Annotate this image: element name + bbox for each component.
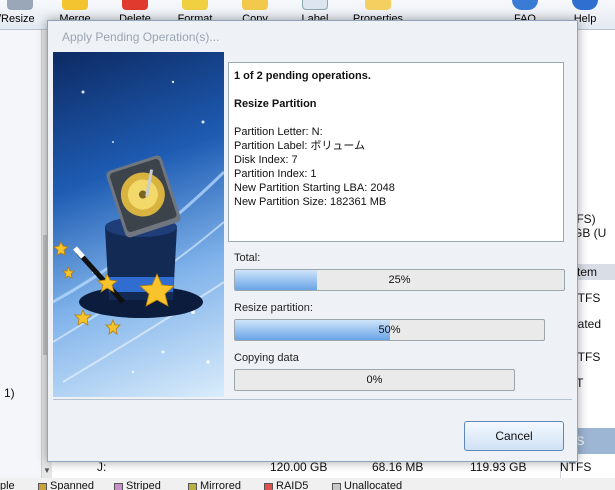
copy-icon (242, 0, 268, 10)
toolbar-resize-button[interactable]: /Resize (0, 0, 40, 30)
legend-item-raid5: RAID5 (264, 480, 308, 490)
legend: ple Spanned Striped Mirrored RAID5 Unall… (0, 478, 615, 490)
detail-starting-lba: New Partition Starting LBA: 2048 (234, 182, 395, 194)
dialog-separator (53, 399, 572, 400)
legend-item-spanned: Spanned (38, 480, 94, 490)
detail-partition-size: New Partition Size: 182361 MB (234, 196, 387, 208)
scroll-down-icon[interactable]: ▼ (42, 466, 52, 475)
help-icon (572, 0, 598, 10)
row-drive: J: (97, 460, 107, 474)
legend-item-mirrored: Mirrored (188, 480, 241, 490)
detail-partition-index: Partition Index: 1 (234, 168, 317, 180)
resize-icon (7, 0, 33, 10)
disk-label: 1) (4, 386, 15, 400)
legend-item-striped: Striped (114, 480, 161, 490)
label-icon (302, 0, 328, 10)
copy-progress-label: Copying data (234, 352, 299, 364)
apply-pending-dialog: Apply Pending Operation(s)... 1 of 2 pen… (47, 20, 578, 462)
row-file-system: NTFS (560, 460, 592, 474)
row-used: 68.16 MB (372, 460, 424, 474)
total-progress-label: Total: (234, 252, 261, 264)
copy-progress-bar: 0% (234, 369, 515, 391)
operation-details-panel: 1 of 2 pending operations. Resize Partit… (228, 62, 564, 242)
resize-progress-label: Resize partition: (234, 302, 313, 314)
detail-partition-letter: Partition Letter: N: (234, 126, 323, 138)
operation-name: Resize Partition (234, 98, 317, 110)
row-unused: 119.93 GB (470, 460, 527, 474)
legend-partial-label: ple (0, 480, 15, 490)
dialog-title: Apply Pending Operation(s)... (62, 30, 220, 44)
legend-item-unallocated: Unallocated (332, 480, 402, 490)
delete-icon (122, 0, 148, 10)
row-capacity: 120.00 GB (270, 460, 328, 474)
detail-disk-index: Disk Index: 7 (234, 154, 298, 166)
resize-progress-text: 50% (378, 324, 401, 336)
total-progress-text: 25% (388, 274, 411, 286)
properties-icon (365, 0, 391, 10)
copy-progress-text: 0% (366, 374, 383, 386)
merge-icon (62, 0, 88, 10)
wizard-banner-image (53, 52, 224, 397)
toolbar-resize-label: /Resize (0, 13, 35, 25)
operation-count: 1 of 2 pending operations. (234, 70, 371, 82)
total-progress-bar: 25% (234, 269, 565, 291)
resize-progress-bar: 50% (234, 319, 545, 341)
cancel-button[interactable]: Cancel (464, 421, 564, 451)
faq-icon (512, 0, 538, 10)
magic-hat-disk-icon (53, 80, 224, 383)
detail-partition-label: Partition Label: ボリューム (234, 140, 366, 152)
format-icon (182, 0, 208, 10)
